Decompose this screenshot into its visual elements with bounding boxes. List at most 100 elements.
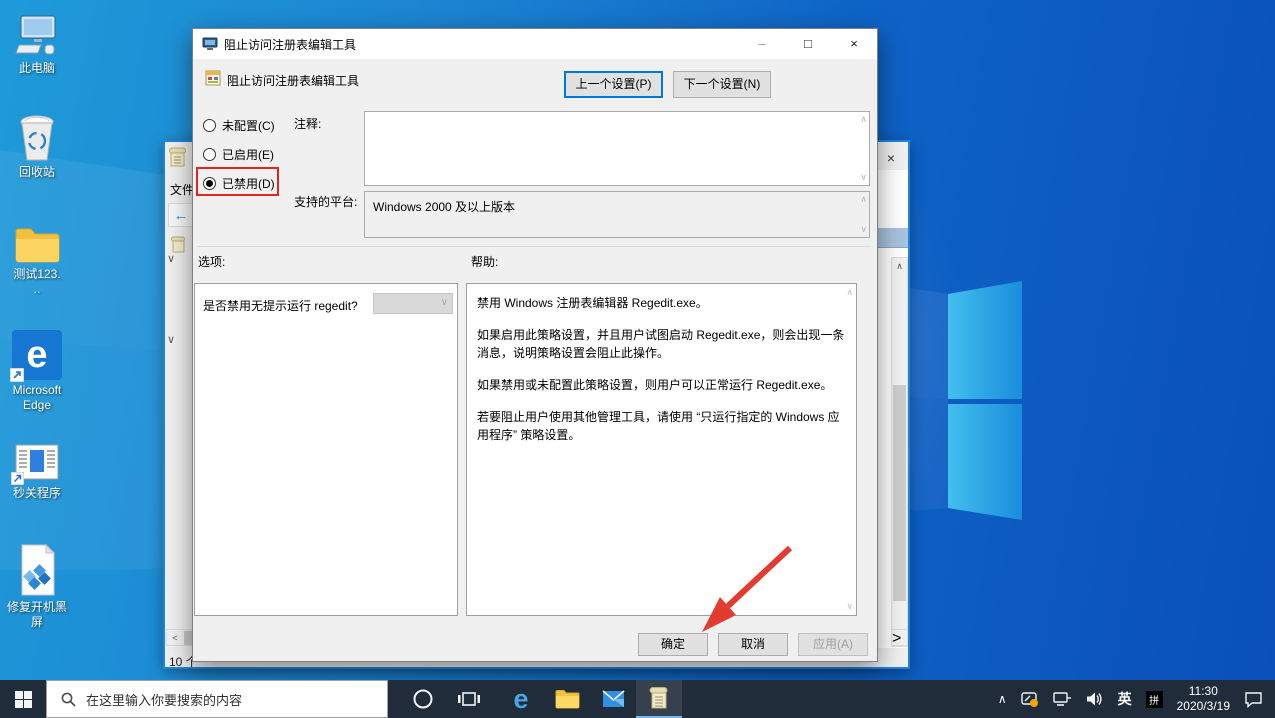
column-header-fragment[interactable]: [877, 228, 908, 248]
desktop-icon-quick-close-app[interactable]: 秒关程序: [0, 443, 74, 501]
clock-date: 2020/3/19: [1177, 699, 1230, 714]
taskbar-task-view-button[interactable]: [446, 680, 492, 718]
scroll-down-arrow[interactable]: ∨: [846, 601, 853, 612]
task-view-icon: [458, 689, 480, 709]
scroll-down-arrow[interactable]: ∨: [860, 172, 867, 183]
radio-label: 未配置(C): [222, 117, 275, 134]
vertical-scrollbar[interactable]: ∧ ∨: [891, 257, 908, 647]
minimize-button[interactable]: –: [739, 29, 785, 58]
help-paragraph: 禁用 Windows 注册表编辑器 Regedit.exe。: [477, 294, 846, 312]
tree-collapse-icon[interactable]: ∨: [167, 252, 175, 265]
back-button[interactable]: ←: [168, 203, 194, 227]
scroll-up-arrow[interactable]: ∧: [846, 287, 853, 298]
app-window-icon: [13, 443, 61, 483]
next-setting-button[interactable]: 下一个设置(N): [673, 71, 771, 98]
tray-ime-language[interactable]: 英: [1111, 680, 1139, 718]
platform-label: 支持的平台:: [294, 193, 357, 210]
tree-root-scroll-icon: [171, 236, 186, 253]
desktop-icon-recycle-bin[interactable]: 回收站: [0, 112, 74, 180]
registry-file-icon: [13, 543, 61, 597]
option-dropdown-disabled[interactable]: ∨: [373, 293, 453, 314]
comment-textarea[interactable]: ∧ ∨: [364, 111, 870, 186]
scrollbar-thumb[interactable]: [893, 385, 906, 601]
action-center-icon: [1244, 691, 1263, 708]
radio-enabled[interactable]: 已启用(E): [203, 146, 274, 163]
platform-box[interactable]: Windows 2000 及以上版本 ∧ ∨: [364, 191, 870, 238]
bg-window-close-button[interactable]: ×: [875, 146, 907, 170]
tray-notification-icon[interactable]: [1014, 680, 1046, 718]
horizontal-scrollbar-left[interactable]: <: [166, 629, 194, 646]
start-button[interactable]: [0, 680, 46, 718]
option-question: 是否禁用无提示运行 regedit?: [203, 297, 358, 314]
desktop-icon-label: MicrosoftEdge: [13, 383, 62, 413]
options-label: 选项:: [198, 253, 225, 270]
taskbar-cortana-button[interactable]: [400, 680, 446, 718]
dialog-titlebar[interactable]: 阻止访问注册表编辑工具 – □ ×: [193, 29, 877, 59]
system-tray: ∧ 英 拼 11:30 2020/3/: [991, 680, 1275, 718]
clock-time: 11:30: [1189, 684, 1218, 699]
desktop-icon-fix-black-screen[interactable]: 修复开机黑屏: [0, 543, 74, 630]
options-panel: 是否禁用无提示运行 regedit? ∨: [194, 283, 458, 616]
divider: [197, 246, 871, 247]
dialog-header-title: 阻止访问注册表编辑工具: [227, 72, 359, 89]
dialog-title: 阻止访问注册表编辑工具: [224, 36, 356, 53]
scroll-up-arrow[interactable]: ∧: [860, 114, 867, 125]
folder-icon: [13, 224, 61, 264]
close-button[interactable]: ×: [831, 29, 877, 58]
comment-label: 注释:: [294, 115, 321, 132]
chevron-down-icon: ∨: [441, 297, 448, 308]
recycle-bin-icon: [16, 112, 58, 162]
scroll-left-arrow[interactable]: <: [167, 630, 183, 646]
apply-button[interactable]: 应用(A): [798, 633, 868, 656]
scroll-up-arrow[interactable]: ∧: [860, 194, 867, 205]
scroll-down-arrow[interactable]: ∨: [860, 224, 867, 235]
shortcut-arrow-icon: [10, 368, 24, 382]
taskbar-gpedit-button-active[interactable]: [636, 680, 682, 718]
help-paragraph: 如果禁用或未配置此策略设置，则用户可以正常运行 Regedit.exe。: [477, 376, 846, 394]
desktop-icon-edge[interactable]: e MicrosoftEdge: [0, 330, 74, 413]
desktop-icon-label: 秒关程序: [13, 486, 61, 501]
cortana-icon: [412, 688, 434, 710]
taskbar-file-explorer-button[interactable]: [544, 680, 590, 718]
red-arrow-annotation: [690, 540, 805, 640]
scroll-right-arrow[interactable]: >: [891, 629, 908, 646]
search-placeholder: 在这里输入你要搜索的内容: [86, 690, 242, 709]
desktop-icon-this-pc[interactable]: 此电脑: [0, 14, 74, 76]
tray-network-icon[interactable]: [1046, 680, 1079, 718]
policy-setting-icon: [205, 70, 221, 86]
shortcut-arrow-icon: [11, 472, 24, 485]
radio-label: 已启用(E): [222, 146, 274, 163]
taskbar-mail-button[interactable]: [590, 680, 636, 718]
taskbar-edge-button[interactable]: e: [498, 680, 544, 718]
radio-not-configured[interactable]: 未配置(C): [203, 117, 275, 134]
maximize-button[interactable]: □: [785, 29, 831, 58]
previous-setting-button[interactable]: 上一个设置(P): [564, 71, 663, 98]
pinyin-ime-icon: 拼: [1146, 691, 1163, 708]
action-center-button[interactable]: [1237, 680, 1275, 718]
tray-expand-chevron[interactable]: ∧: [991, 680, 1014, 718]
red-highlight-box: [196, 167, 279, 196]
desktop-icon-label: 此电脑: [19, 61, 55, 76]
platform-value: Windows 2000 及以上版本: [373, 198, 515, 215]
tray-ime-pinyin[interactable]: 拼: [1139, 680, 1170, 718]
tray-clock[interactable]: 11:30 2020/3/19: [1170, 680, 1237, 718]
help-label: 帮助:: [471, 253, 498, 270]
tree-collapse-icon[interactable]: ∨: [167, 333, 175, 346]
scroll-up-arrow[interactable]: ∧: [892, 258, 907, 274]
desktop-icon-label: 回收站: [19, 165, 55, 180]
file-explorer-icon: [555, 689, 580, 709]
gpedit-scroll-icon: [169, 147, 187, 167]
mail-icon: [602, 689, 625, 709]
edge-icon: e: [12, 330, 62, 380]
back-arrow-icon: ←: [174, 207, 189, 224]
edge-icon: e: [513, 686, 528, 713]
tray-volume-icon[interactable]: [1079, 680, 1111, 718]
taskbar-search-box[interactable]: 在这里输入你要搜索的内容: [46, 680, 388, 718]
windows-logo-icon: [15, 691, 32, 708]
search-icon: [61, 692, 76, 707]
menu-file[interactable]: 文件: [170, 181, 194, 198]
desktop-icon-test-folder[interactable]: 测试123...: [0, 224, 74, 297]
this-pc-icon: [14, 14, 60, 58]
desktop-icon-label: 修复开机黑屏: [7, 600, 67, 630]
help-paragraph: 若要阻止用户使用其他管理工具，请使用 “只运行指定的 Windows 应用程序”…: [477, 408, 846, 444]
